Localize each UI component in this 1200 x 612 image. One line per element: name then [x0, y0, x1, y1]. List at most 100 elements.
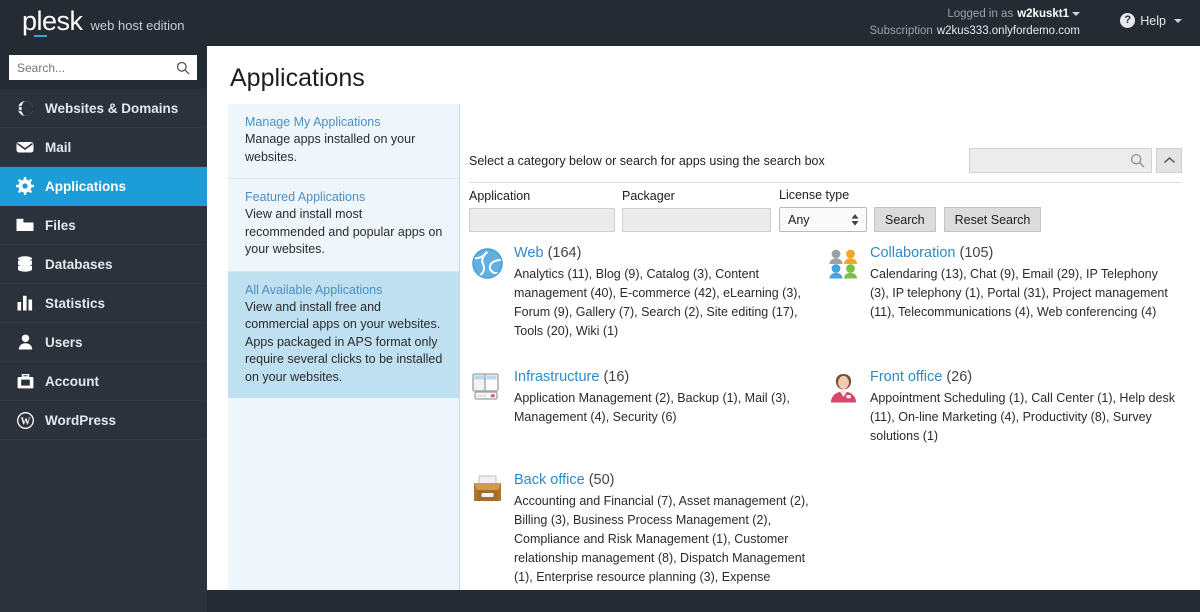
- category-subcategories[interactable]: Calendaring (13), Chat (9), Email (29), …: [870, 265, 1177, 322]
- category-subcategories[interactable]: Analytics (11), Blog (9), Catalog (3), C…: [514, 265, 821, 341]
- file-tray-icon: [471, 474, 504, 507]
- reset-search-button[interactable]: Reset Search: [943, 207, 1042, 232]
- top-header-bar: plesk web host edition Logged in as w2kus…: [0, 0, 1200, 46]
- sidebar-item-label: Statistics: [45, 295, 106, 311]
- account-info: Logged in as w2kuskt1 Subscription w2kus33…: [870, 6, 1080, 40]
- sidebar-item-account[interactable]: Account: [0, 362, 207, 401]
- category-subcategories[interactable]: Application Management (2), Backup (1), …: [514, 389, 821, 427]
- category-back-office: Back office (50) Accounting and Financia…: [469, 470, 821, 588]
- application-filter-group: Application: [469, 189, 615, 232]
- applications-info-panel: Manage My Applications Manage apps insta…: [228, 104, 460, 612]
- search-icon: [1130, 153, 1145, 173]
- help-label: Help: [1140, 13, 1166, 28]
- sidebar-item-mail[interactable]: Mail: [0, 128, 207, 167]
- category-grid: Web (164) Analytics (11), Blog (9), Cata…: [469, 243, 1194, 588]
- packager-filter-input[interactable]: [622, 208, 771, 232]
- sidebar-search-container: [0, 46, 207, 89]
- category-subcategories[interactable]: Appointment Scheduling (1), Call Center …: [870, 389, 1177, 446]
- category-collaboration: Collaboration (105) Calendaring (13), Ch…: [825, 243, 1177, 322]
- category-column-left: Web (164) Analytics (11), Blog (9), Cata…: [469, 243, 821, 588]
- footer-content: [207, 590, 1200, 612]
- info-block-title[interactable]: Featured Applications: [245, 190, 445, 204]
- person-icon: [16, 333, 34, 351]
- category-name[interactable]: Web: [514, 245, 544, 261]
- category-name[interactable]: Back office: [514, 472, 585, 488]
- info-block-description: View and install free and commercial app…: [245, 299, 443, 384]
- category-count: (50): [588, 472, 615, 488]
- sidebar-item-label: Account: [45, 373, 99, 389]
- stepper-arrows-icon: [851, 213, 859, 226]
- license-filter-label: License type: [779, 188, 850, 202]
- gear-icon: [16, 177, 34, 195]
- sidebar-item-label: Users: [45, 334, 83, 350]
- sidebar-item-applications[interactable]: Applications: [0, 167, 207, 206]
- sidebar-item-label: Websites & Domains: [45, 100, 179, 116]
- people-group-icon: [827, 247, 860, 280]
- footer-bar: [207, 590, 1200, 612]
- plesk-application-window: plesk web host edition Logged in as w2kus…: [0, 0, 1200, 612]
- sidebar-item-label: Files: [45, 217, 76, 233]
- subscription-value: w2kus333.onlyfordemo.com: [936, 25, 1080, 37]
- category-header: Front office (26): [870, 367, 1177, 387]
- info-block-featured-applications[interactable]: Featured Applications View and install m…: [228, 179, 459, 272]
- category-subcategories[interactable]: Accounting and Financial (7), Asset mana…: [514, 492, 821, 588]
- license-type-selected-value: Any: [788, 212, 810, 227]
- category-header: Web (164): [514, 243, 821, 263]
- globe-icon: [16, 99, 34, 117]
- sidebar-item-users[interactable]: Users: [0, 323, 207, 362]
- search-icon: [176, 61, 190, 80]
- search-button[interactable]: Search: [874, 207, 936, 232]
- sidebar-item-files[interactable]: Files: [0, 206, 207, 245]
- info-block-title[interactable]: Manage My Applications: [245, 115, 445, 129]
- sidebar-item-websites-domains[interactable]: Websites & Domains: [0, 89, 207, 128]
- servers-icon: [471, 371, 504, 404]
- info-block-title[interactable]: All Available Applications: [245, 283, 445, 297]
- chevron-up-icon: [1163, 152, 1176, 170]
- logo-wordmark: plesk: [22, 6, 83, 37]
- globe-blue-icon: [471, 247, 504, 280]
- main-content: Applications Manage My Applications Mana…: [207, 46, 1200, 612]
- logo-edition-label: web host edition: [90, 18, 185, 33]
- sidebar-item-label: Databases: [45, 256, 113, 272]
- chevron-down-icon[interactable]: [1174, 18, 1182, 23]
- category-name[interactable]: Front office: [870, 369, 942, 385]
- logo-underline-accent: [34, 35, 47, 37]
- logged-in-username[interactable]: w2kuskt1: [1017, 8, 1069, 20]
- chevron-down-icon[interactable]: [1072, 11, 1080, 16]
- logged-in-label: Logged in as: [947, 8, 1014, 20]
- subscription-label: Subscription: [869, 25, 933, 37]
- category-name[interactable]: Collaboration: [870, 245, 955, 261]
- app-search-box[interactable]: [969, 148, 1152, 173]
- logged-in-row[interactable]: Logged in as w2kuskt1: [870, 6, 1080, 23]
- plesk-logo[interactable]: plesk web host edition: [22, 6, 185, 37]
- app-search-input[interactable]: [970, 149, 1151, 172]
- sidebar-item-databases[interactable]: Databases: [0, 245, 207, 284]
- info-block-description: View and install most recommended and po…: [245, 207, 443, 256]
- application-filter-input[interactable]: [469, 208, 615, 232]
- info-block-description: Manage apps installed on your websites.: [245, 132, 416, 164]
- category-header: Back office (50): [514, 470, 821, 490]
- category-count: (105): [959, 245, 994, 261]
- category-count: (164): [547, 245, 582, 261]
- sidebar-item-statistics[interactable]: Statistics: [0, 284, 207, 323]
- left-sidebar: Websites & Domains Mail: [0, 46, 207, 612]
- sidebar-item-label: Mail: [45, 139, 72, 155]
- filters-divider: [469, 182, 1182, 183]
- logo-text: plesk: [22, 6, 83, 36]
- license-type-select[interactable]: Any: [779, 207, 867, 232]
- search-input[interactable]: [10, 56, 196, 79]
- category-infrastructure: Infrastructure (16) Application Manageme…: [469, 367, 821, 427]
- bar-chart-icon: [16, 294, 34, 312]
- category-column-right: Collaboration (105) Calendaring (13), Ch…: [825, 243, 1177, 465]
- folder-icon: [16, 216, 34, 234]
- briefcase-icon: [16, 372, 34, 390]
- category-name[interactable]: Infrastructure: [514, 369, 599, 385]
- support-person-icon: [827, 371, 860, 404]
- help-menu-button[interactable]: ? Help: [1120, 13, 1182, 28]
- collapse-filters-button[interactable]: [1156, 148, 1182, 173]
- info-block-manage-my-applications[interactable]: Manage My Applications Manage apps insta…: [228, 104, 459, 179]
- wordpress-icon: W: [16, 411, 34, 429]
- sidebar-item-wordpress[interactable]: W WordPress: [0, 401, 207, 440]
- info-block-all-available-applications[interactable]: All Available Applications View and inst…: [228, 271, 459, 398]
- sidebar-search-box[interactable]: [9, 55, 197, 80]
